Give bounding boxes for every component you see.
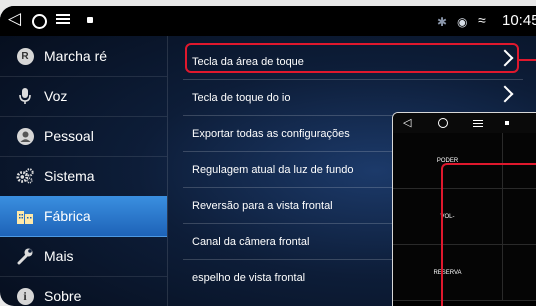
- setting-label: Canal da câmera frontal: [192, 235, 310, 248]
- wifi-icon: ≈: [478, 12, 486, 28]
- microphone-icon: [16, 87, 34, 105]
- sidebar-item-marcha-re[interactable]: R Marcha ré: [0, 36, 167, 77]
- back-icon[interactable]: ◁: [8, 10, 21, 28]
- home-icon: [438, 118, 448, 128]
- sidebar-divider: [167, 36, 168, 306]
- factory-icon: [16, 207, 34, 225]
- chevron-right-icon: [496, 85, 514, 103]
- sidebar-item-label: Fábrica: [44, 208, 91, 224]
- sidebar-item-label: Voz: [44, 88, 68, 104]
- wrench-icon: [16, 247, 34, 265]
- sidebar-item-sobre[interactable]: i Sobre: [0, 276, 167, 306]
- callout-connector: [519, 59, 536, 61]
- bluetooth-icon: ✱: [437, 15, 448, 29]
- sidebar-item-label: Sistema: [44, 168, 95, 184]
- sidebar-item-label: Mais: [44, 248, 74, 264]
- sidebar-item-mais[interactable]: Mais: [0, 236, 167, 277]
- highlight-frame: [185, 43, 519, 73]
- setting-label: Exportar todas as configurações: [192, 127, 350, 140]
- back-icon: ◁: [403, 117, 412, 129]
- home-icon[interactable]: [32, 14, 47, 29]
- head-unit-screen: ◁ ✱ ◉ ≈ 10:45 R Marcha ré Voz Pessoal Si…: [0, 6, 536, 306]
- preview-status-bar: ◁: [393, 113, 536, 133]
- setting-label: Regulagem atual da luz de fundo: [192, 163, 354, 176]
- clock: 10:45: [502, 12, 536, 29]
- menu-icon: [473, 118, 483, 129]
- setting-label: espelho de vista frontal: [192, 271, 306, 284]
- sidebar-item-label: Sobre: [44, 288, 82, 304]
- settings-sidebar: R Marcha ré Voz Pessoal Sistema Fábrica …: [0, 36, 167, 306]
- app-icon: [505, 121, 509, 125]
- gears-icon: [16, 167, 34, 185]
- sidebar-item-label: Pessoal: [44, 128, 94, 144]
- status-bar: ◁ ✱ ◉ ≈ 10:45: [0, 6, 536, 36]
- sidebar-item-pessoal[interactable]: Pessoal: [0, 116, 167, 157]
- location-icon: ◉: [457, 15, 468, 29]
- preview-highlight-frame: [441, 163, 536, 306]
- sidebar-item-label: Marcha ré: [44, 48, 108, 64]
- menu-icon[interactable]: [56, 12, 70, 26]
- sidebar-item-voz[interactable]: Voz: [0, 76, 167, 117]
- setting-io-touch-key[interactable]: Tecla de toque do io: [183, 80, 523, 116]
- app-icon[interactable]: [87, 17, 93, 23]
- sidebar-item-fabrica[interactable]: Fábrica: [0, 196, 167, 237]
- person-icon: [16, 127, 34, 145]
- setting-label: Tecla de toque do io: [192, 91, 291, 104]
- reverse-r-icon: R: [16, 47, 34, 65]
- setting-label: Reversão para a vista frontal: [192, 199, 333, 212]
- info-icon: i: [16, 287, 34, 305]
- sidebar-item-sistema[interactable]: Sistema: [0, 156, 167, 197]
